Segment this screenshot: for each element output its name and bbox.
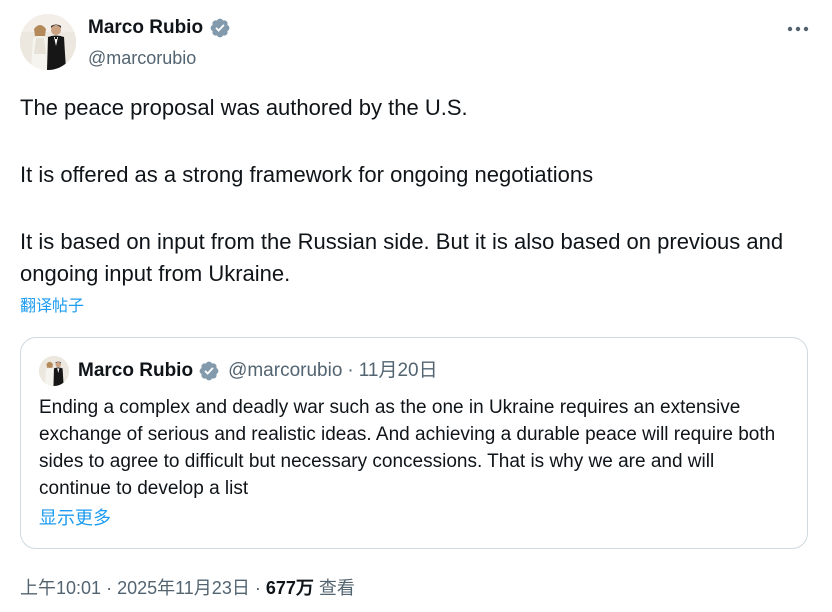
quote-author-name: Marco Rubio — [78, 360, 194, 381]
show-more-link[interactable]: 显示更多 — [39, 505, 111, 531]
quote-text: Ending a complex and deadly war such as … — [39, 397, 776, 499]
more-horizontal-icon — [787, 26, 809, 32]
author-name-row[interactable]: Marco Rubio — [88, 16, 231, 40]
separator-dot: · — [254, 578, 261, 598]
tweet-date[interactable]: 2025年11月23日 — [117, 578, 250, 598]
tweet-text: The peace proposal was authored by the U… — [20, 92, 810, 290]
tweet: Marco Rubio @marcorubio The peace propos… — [0, 0, 832, 612]
views-label: 查看 — [318, 578, 355, 598]
quote-author-avatar — [39, 356, 69, 386]
separator-dot: · — [106, 578, 113, 598]
tweet-time[interactable]: 上午10:01 — [20, 578, 101, 598]
separator-dot: · — [347, 360, 354, 381]
avatar-photo — [20, 14, 76, 70]
verified-badge-icon[interactable] — [209, 17, 231, 39]
more-options-button[interactable] — [786, 20, 810, 38]
tweet-paragraph: It is based on input from the Russian si… — [20, 229, 784, 286]
tweet-paragraph: The peace proposal was authored by the U… — [20, 95, 468, 120]
quoted-tweet[interactable]: Marco Rubio @marcorubio · 11月20日 Ending … — [20, 337, 808, 549]
avatar-photo — [39, 356, 69, 386]
verified-badge-icon — [198, 360, 220, 382]
author-avatar[interactable] — [20, 14, 76, 70]
author-name[interactable]: Marco Rubio — [88, 16, 203, 40]
author-handle[interactable]: @marcorubio — [88, 46, 196, 70]
quote-date: 11月20日 — [358, 360, 438, 381]
quote-author-handle: @marcorubio — [228, 360, 343, 381]
views-count: 677万 — [265, 578, 314, 598]
quote-header: Marco Rubio @marcorubio · 11月20日 — [78, 358, 438, 384]
translate-post-link[interactable]: 翻译帖子 — [20, 296, 84, 318]
tweet-meta: 上午10:01 · 2025年11月23日 · 677万 查看 — [20, 575, 355, 601]
tweet-paragraph: It is offered as a strong framework for … — [20, 162, 594, 187]
